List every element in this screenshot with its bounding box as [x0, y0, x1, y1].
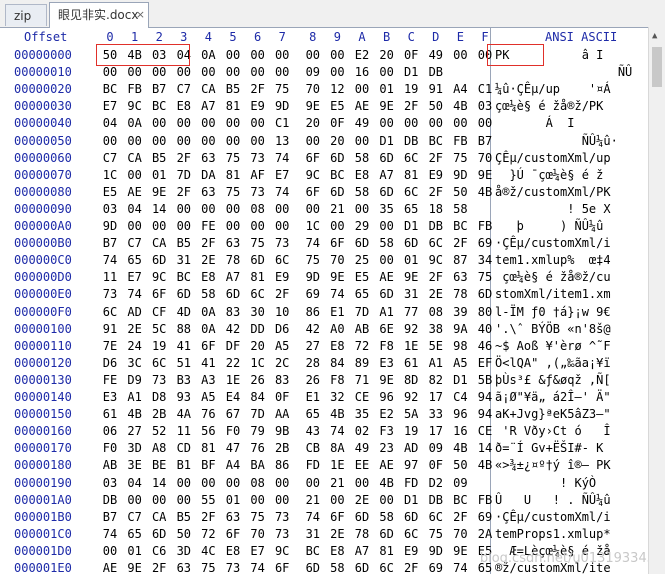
column-header: 7	[278, 30, 286, 44]
column-header: 5	[229, 30, 237, 44]
tab-label: zip	[14, 9, 32, 23]
scroll-thumb[interactable]	[652, 47, 662, 87]
column-header: 8	[309, 30, 317, 44]
column-header: 9	[333, 30, 341, 44]
hex-byte[interactable]: 6F	[270, 558, 294, 578]
scroll-up-icon[interactable]: ▲	[652, 31, 657, 41]
hex-byte[interactable]: 6C	[375, 558, 399, 578]
pk-signature-ascii-highlight	[487, 44, 544, 66]
hex-byte[interactable]: 9E	[123, 558, 147, 578]
hex-editor[interactable]: Offset 0123456789ABCDEF ANSI ASCII 00000…	[0, 27, 665, 575]
column-header: D	[432, 30, 440, 44]
hex-byte[interactable]: 73	[221, 558, 245, 578]
watermark: blog.csdn.net/u013193343	[479, 551, 655, 566]
column-header: E	[456, 30, 464, 44]
tab-zip[interactable]: zip	[5, 4, 47, 26]
close-icon[interactable]: ×	[136, 3, 145, 27]
hex-byte[interactable]: 69	[424, 558, 448, 578]
column-header: 6	[253, 30, 262, 44]
ansi-ascii-header: ANSI ASCII	[545, 30, 618, 44]
hex-byte[interactable]: 6D	[301, 558, 325, 578]
column-header: A	[358, 30, 366, 44]
hex-byte[interactable]: 74	[246, 558, 270, 578]
hex-byte[interactable]: 2F	[147, 558, 171, 578]
column-header: B	[382, 30, 391, 44]
column-header: 4	[204, 30, 212, 44]
hex-byte[interactable]: 74	[448, 558, 472, 578]
tab-label: 眼见非实.docx	[58, 8, 139, 22]
column-header: C	[407, 30, 415, 44]
tab-docx[interactable]: 眼见非实.docx ×	[49, 2, 149, 28]
hex-byte[interactable]: 75	[196, 558, 220, 578]
hex-byte[interactable]: 2F	[399, 558, 423, 578]
vertical-scrollbar[interactable]: ▲	[648, 27, 665, 574]
hex-byte[interactable]: 63	[172, 558, 196, 578]
hex-byte[interactable]: AE	[98, 558, 122, 578]
offset-header: Offset	[24, 30, 68, 44]
tab-bar: zip 眼见非实.docx ×	[0, 0, 665, 28]
row-offset: 000001E0	[14, 561, 72, 575]
pk-signature-hex-highlight	[96, 44, 190, 66]
hex-byte[interactable]: 6D	[350, 558, 374, 578]
hex-byte[interactable]: 58	[325, 558, 349, 578]
